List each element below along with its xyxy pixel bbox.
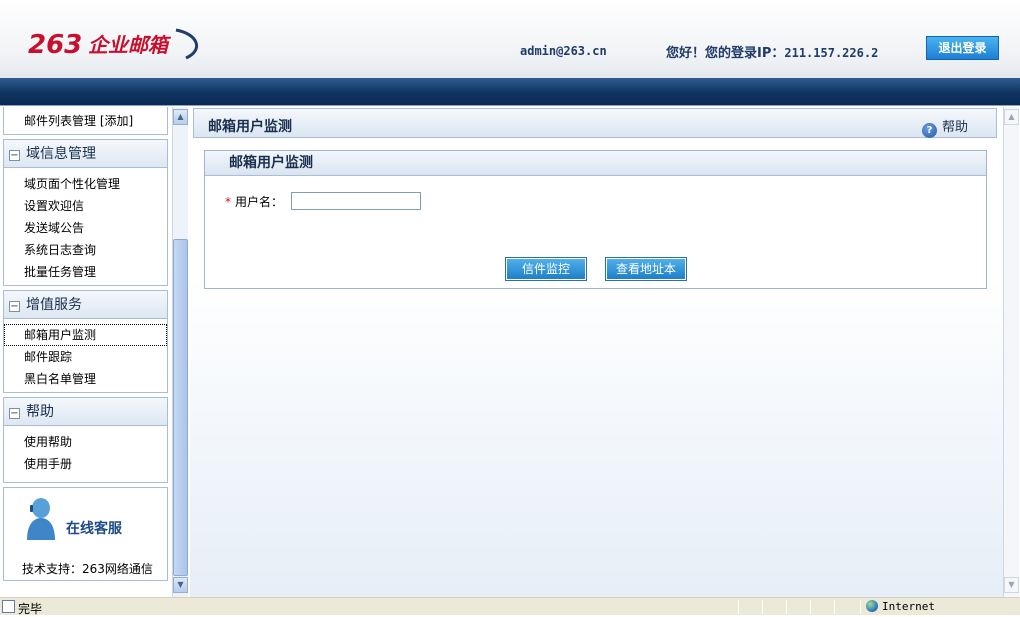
greeting-text: 您好！您的登录IP： (666, 46, 785, 61)
status-divider (860, 600, 861, 614)
sidebar-item-batch-tasks[interactable]: 批量任务管理 (4, 261, 167, 283)
page-title: 邮箱用户监测 (208, 119, 292, 135)
question-icon[interactable]: ? (921, 123, 937, 138)
panel-title: 邮箱用户监测 (205, 151, 986, 176)
status-divider (786, 600, 787, 614)
scroll-thumb[interactable] (173, 239, 188, 576)
username-label: 用户名： (235, 195, 284, 209)
globe-icon (866, 600, 878, 612)
required-mark: * (225, 195, 231, 209)
status-divider (810, 600, 811, 614)
mail-monitor-button[interactable]: 信件监控 (505, 257, 587, 281)
online-support[interactable]: 在线客服 技术支持：263网络通信 (3, 487, 168, 581)
logout-button[interactable]: 退出登录 (926, 36, 999, 60)
sidebar-group-lists: 邮件列表管理 [添加] (3, 107, 168, 135)
sidebar-scrollbar[interactable]: ▲ ▼ (172, 107, 188, 597)
collapse-icon[interactable]: − (9, 301, 20, 312)
section-title: 域信息管理 (26, 146, 96, 162)
sidebar-item-page-customize[interactable]: 域页面个性化管理 (4, 173, 167, 195)
main-scrollbar[interactable]: ▲ ▼ (1003, 107, 1019, 597)
online-support-label[interactable]: 在线客服 (66, 518, 122, 538)
nav-bar (0, 78, 1020, 106)
svg-text:263: 263 (28, 30, 82, 60)
sidebar-item-mail-tracking[interactable]: 邮件跟踪 (4, 346, 167, 368)
sidebar-group-domain: − 域信息管理 域页面个性化管理 设置欢迎信 发送域公告 系统日志查询 批量任务管… (3, 139, 168, 286)
status-divider (834, 600, 835, 614)
status-divider (762, 600, 763, 614)
sidebar-item-manual[interactable]: 使用手册 (4, 453, 167, 475)
status-text: 完毕 (18, 602, 43, 616)
sidebar-group-help: − 帮助 使用帮助 使用手册 (3, 397, 168, 483)
scroll-up-button[interactable]: ▲ (1004, 109, 1019, 125)
username-input[interactable] (291, 192, 421, 210)
scroll-down-button[interactable]: ▼ (173, 577, 188, 593)
page-title-bar: 邮箱用户监测 ? 帮助 (193, 108, 997, 138)
sidebar-item-log-query[interactable]: 系统日志查询 (4, 239, 167, 261)
monitor-panel: 邮箱用户监测 * 用户名： 信件监控 查看地址本 (204, 150, 987, 289)
collapse-icon[interactable]: − (9, 408, 20, 419)
svg-text:企业邮箱: 企业邮箱 (88, 33, 172, 57)
sidebar-section-value-added[interactable]: − 增值服务 (4, 291, 167, 319)
section-title: 帮助 (26, 404, 54, 420)
section-title: 增值服务 (26, 297, 82, 313)
customer-service-icon (24, 496, 58, 540)
help-link[interactable]: ? 帮助 (921, 116, 968, 138)
scroll-down-button[interactable]: ▼ (1004, 577, 1019, 593)
sidebar-item-blacklist[interactable]: 黑白名单管理 (4, 368, 167, 390)
status-bar: 完毕 Internet (0, 597, 1020, 616)
main-content: 邮箱用户监测 ? 帮助 邮箱用户监测 * 用户名： 信件监控 查看地址本 (190, 107, 1003, 597)
login-ip: 211.157.226.2 (784, 46, 879, 60)
help-label[interactable]: 帮助 (942, 120, 968, 135)
sidebar-section-help[interactable]: − 帮助 (4, 398, 167, 426)
security-zone: Internet (866, 600, 935, 613)
sidebar-item-mail-list[interactable]: 邮件列表管理 [添加] (4, 107, 167, 135)
login-greeting: 您好！您的登录IP：211.157.226.2 (666, 42, 878, 61)
sidebar-item-welcome[interactable]: 设置欢迎信 (4, 195, 167, 217)
logo: 263 企业邮箱 (26, 24, 206, 64)
page-icon (2, 600, 15, 613)
sidebar-item-usage-help[interactable]: 使用帮助 (4, 431, 167, 453)
tech-support-text: 技术支持：263网络通信 (22, 562, 153, 576)
sidebar-group-value-added: − 增值服务 邮箱用户监测 邮件跟踪 黑白名单管理 (3, 290, 168, 393)
status-divider (738, 600, 739, 614)
zone-label: Internet (882, 600, 935, 613)
sidebar-item-announcement[interactable]: 发送域公告 (4, 217, 167, 239)
collapse-icon[interactable]: − (9, 150, 20, 161)
sidebar-section-domain[interactable]: − 域信息管理 (4, 140, 167, 168)
current-user-email: admin@263.cn (520, 44, 607, 58)
view-address-book-button[interactable]: 查看地址本 (605, 257, 687, 281)
scroll-up-button[interactable]: ▲ (173, 109, 188, 125)
username-row: * 用户名： (225, 193, 283, 210)
header: 263 企业邮箱 admin@263.cn 您好！您的登录IP：211.157.… (0, 0, 1020, 78)
sidebar: 邮件列表管理 [添加] − 域信息管理 域页面个性化管理 设置欢迎信 发送域公告 … (0, 107, 170, 597)
sidebar-item-user-monitor[interactable]: 邮箱用户监测 (4, 324, 167, 346)
